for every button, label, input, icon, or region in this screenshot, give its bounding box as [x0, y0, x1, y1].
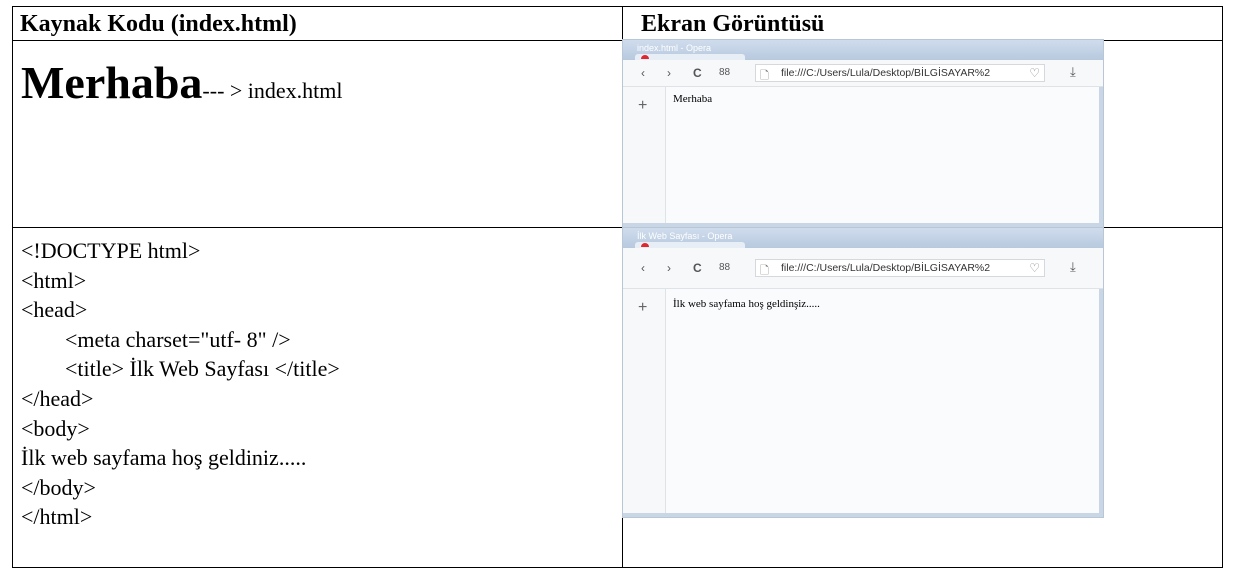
source-code-block: <!DOCTYPE html> <html> <head> <meta charse…: [21, 236, 340, 532]
code-line: İlk web sayfama hoş geldiniz.....: [21, 445, 307, 471]
window-titlebar: İlk Web Sayfası - Opera: [623, 228, 1103, 248]
page-icon: 🗋: [760, 265, 769, 277]
browser-toolbar: ‹ › C 88 🗋 file:///C:/Users/Lula/Desktop…: [623, 60, 1103, 87]
code-line: <body>: [21, 415, 90, 441]
browser-screenshot-1: index.html - Opera ‹ › C 88 🗋 file:///C:…: [622, 39, 1104, 228]
header-screenshot: Ekran Görüntüsü: [641, 11, 825, 37]
arrow-filename: --- > index.html: [202, 78, 343, 103]
window-title: index.html - Opera: [637, 43, 712, 53]
window-frame-right: [1099, 289, 1103, 517]
bookmark-heart-icon[interactable]: ♡: [1029, 261, 1040, 275]
reload-icon[interactable]: C: [693, 65, 702, 81]
address-url: file:///C:/Users/Lula/Desktop/BİLGİSAYAR…: [781, 67, 991, 79]
bookmark-heart-icon[interactable]: ♡: [1029, 66, 1040, 80]
back-icon[interactable]: ‹: [641, 65, 645, 81]
code-line: </html>: [21, 504, 93, 530]
add-icon[interactable]: +: [638, 97, 647, 115]
window-frame-right: [1099, 87, 1103, 227]
window-title: İlk Web Sayfası - Opera: [637, 231, 733, 241]
code-line: <html>: [21, 267, 87, 293]
window-titlebar: index.html - Opera: [623, 40, 1103, 60]
window-frame-bottom: [623, 513, 1103, 517]
forward-icon[interactable]: ›: [667, 65, 671, 81]
browser-toolbar: ‹ › C 88 🗋 file:///C:/Users/Lula/Desktop…: [623, 248, 1103, 289]
browser-screenshot-2: İlk Web Sayfası - Opera ‹ › C 88 🗋 file:…: [622, 227, 1104, 518]
code-line: </body>: [21, 474, 96, 500]
code-line: <head>: [21, 297, 88, 323]
browser-sidebar: +: [623, 87, 666, 227]
browser-sidebar: +: [623, 289, 666, 517]
address-bar[interactable]: 🗋 file:///C:/Users/Lula/Desktop/BİLGİSAY…: [755, 64, 1045, 82]
code-line: </head>: [21, 385, 94, 411]
download-icon[interactable]: ⤓: [1070, 259, 1076, 275]
code-line: <!DOCTYPE html>: [21, 238, 201, 263]
tabs-grid-icon[interactable]: 88: [719, 260, 730, 276]
page-icon: 🗋: [760, 70, 769, 82]
address-url: file:///C:/Users/Lula/Desktop/BİLGİSAYAR…: [781, 262, 991, 274]
add-icon[interactable]: +: [638, 299, 647, 317]
reload-icon[interactable]: C: [693, 260, 702, 276]
download-icon[interactable]: ⤓: [1070, 64, 1076, 80]
back-icon[interactable]: ‹: [641, 260, 645, 276]
page-content: Merhaba: [673, 93, 713, 105]
code-line: <title> İlk Web Sayfası </title>: [21, 356, 340, 382]
code-line: <meta charset="utf- 8" />: [21, 326, 291, 352]
merhaba-cell: Merhaba--- > index.html: [21, 55, 343, 122]
tabs-grid-icon[interactable]: 88: [719, 65, 730, 81]
page-content: İlk web sayfama hoş geldinşiz.....: [673, 298, 820, 310]
merhaba-heading: Merhaba: [21, 57, 203, 108]
address-bar[interactable]: 🗋 file:///C:/Users/Lula/Desktop/BİLGİSAY…: [755, 259, 1045, 277]
forward-icon[interactable]: ›: [667, 260, 671, 276]
header-source-code: Kaynak Kodu (index.html): [20, 11, 297, 37]
